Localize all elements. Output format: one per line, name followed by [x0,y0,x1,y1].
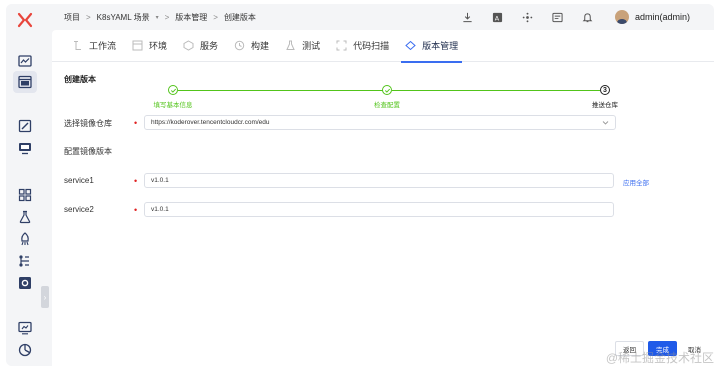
svg-text:A: A [495,14,500,22]
required-mark: • [134,176,138,186]
screen-icon[interactable] [18,321,32,335]
registry-select[interactable]: https://koderover.tencentcloudcr.com/edu [144,115,616,130]
chevron-down-icon[interactable]: ▾ [156,14,159,21]
breadcrumb-separator: > [213,12,218,22]
sidebar-collapse-handle[interactable]: › [41,286,49,308]
step-line-done [178,90,386,91]
watermark: @稀土掘金技术社区 [605,351,714,365]
tab-label: 工作流 [89,41,117,51]
step-label: 推送仓库 [592,102,618,109]
top-bar: 项目 > K8sYAML 场景 ▾ > 版本管理 > 创建版本 A admin(… [52,4,714,30]
pipeline-icon[interactable] [18,254,32,268]
tab-label: 环境 [149,41,168,51]
logo-icon[interactable] [17,12,33,28]
monitor-icon[interactable] [18,141,32,155]
grid-icon[interactable] [18,188,32,202]
plugin-icon[interactable] [521,10,535,24]
service-name: service1 [64,176,94,185]
breadcrumb-separator: > [86,12,91,22]
step-3-number: 3 [600,85,610,95]
registry-label: 选择镜像仓库 [64,119,112,128]
top-tools: A admin(admin) [461,4,714,30]
tab-code-scan[interactable]: 代码扫描 [336,30,389,62]
app-frame: › 项目 > K8sYAML 场景 ▾ > 版本管理 > 创建版本 A admi… [6,4,714,366]
step-line-done [392,90,600,91]
version-icon [405,40,416,51]
tab-build[interactable]: 构建 [234,30,269,62]
user-name[interactable]: admin(admin) [635,12,690,22]
flask-icon[interactable] [18,210,32,224]
projects-icon[interactable] [18,75,32,89]
tab-test[interactable]: 测试 [285,30,320,62]
test-icon [286,40,295,50]
required-mark: • [134,118,138,128]
tab-label: 服务 [200,41,219,51]
breadcrumb-current: 创建版本 [223,12,256,22]
breadcrumb-separator: > [164,12,170,22]
dashboard-icon[interactable] [18,54,32,68]
tab-label: 构建 [251,41,270,51]
settings-icon[interactable] [18,276,32,290]
rocket-icon[interactable] [18,232,32,246]
left-rail [6,4,44,366]
download-icon[interactable] [461,10,475,24]
service-name: service2 [64,205,94,214]
tab-label: 测试 [302,41,321,51]
tab-label: 版本管理 [422,41,459,51]
code-scan-icon [336,40,347,51]
service-version: v1.0.1 [151,206,169,213]
breadcrumb-project[interactable]: K8sYAML 场景 [97,12,150,23]
breadcrumb-version-mgmt[interactable]: 版本管理 [175,12,207,23]
build-icon [234,40,245,51]
workflow-icon [74,41,81,50]
step-1-check-icon [168,85,178,95]
step-label: 检查配置 [374,102,400,109]
page-title: 创建版本 [64,75,96,84]
docs-icon[interactable] [551,10,565,24]
apply-all-link[interactable]: 应用全部 [623,177,649,187]
step-2-check-icon [382,85,392,95]
chevron-down-icon [602,121,609,125]
breadcrumb-projects[interactable]: 项目 [64,12,80,23]
environment-icon [132,40,143,51]
service-version: v1.0.1 [151,177,169,184]
pie-chart-icon[interactable] [18,343,32,357]
module-tabs: 工作流 环境 服务 构建 测试 代码扫描 版本管理 [52,30,714,63]
step-label: 填写基本信息 [153,102,193,109]
tab-version-mgmt[interactable]: 版本管理 [401,30,463,63]
tab-environment[interactable]: 环境 [132,30,167,62]
config-label: 配置镜像版本 [64,147,112,156]
main-panel: 工作流 环境 服务 构建 测试 代码扫描 版本管理 创建版本 3 填写基本信息 … [52,30,714,366]
registry-value: https://koderover.tencentcloudcr.com/edu [151,119,270,126]
tab-label: 代码扫描 [353,41,390,51]
translate-icon[interactable]: A [491,10,505,24]
avatar[interactable] [614,10,629,24]
tab-workflow[interactable]: 工作流 [72,30,116,62]
required-mark: • [134,205,138,215]
service-version-input[interactable]: v1.0.1 [144,202,614,217]
service-icon [183,40,194,51]
service-version-input[interactable]: v1.0.1 [144,173,614,188]
tab-service[interactable]: 服务 [183,30,218,62]
bell-icon[interactable] [581,10,595,24]
edit-icon[interactable] [18,119,32,133]
